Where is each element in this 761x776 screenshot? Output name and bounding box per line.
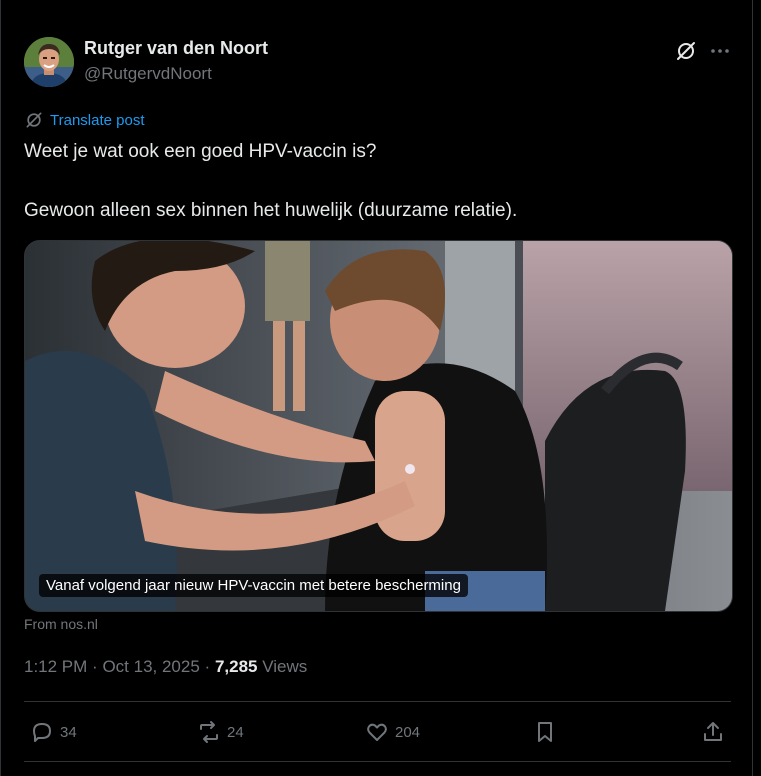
link-card-headline: Vanaf volgend jaar nieuw HPV-vaccin met … — [39, 574, 468, 597]
column-border-left — [0, 0, 1, 776]
display-name[interactable]: Rutger van den Noort — [84, 38, 268, 59]
meta-separator: · — [92, 657, 98, 676]
reply-count: 34 — [60, 723, 77, 741]
meta-separator: · — [204, 657, 211, 676]
post-time[interactable]: 1:12 PM — [24, 657, 87, 676]
reply-button[interactable]: 34 — [30, 718, 77, 746]
views-count: 7,285 — [214, 657, 258, 676]
bookmark-button[interactable] — [533, 718, 557, 746]
repost-icon — [200, 721, 218, 743]
grok-button[interactable] — [674, 39, 698, 63]
like-button[interactable]: 204 — [365, 718, 420, 746]
link-card-image — [25, 241, 732, 611]
post-date[interactable]: Oct 13, 2025 — [102, 657, 199, 676]
post-text-line: Weet je wat ook een goed HPV-vaccin is? — [24, 141, 377, 162]
action-bar: 34 24 204 — [24, 708, 731, 756]
like-count: 204 — [395, 723, 421, 741]
heart-icon — [367, 723, 387, 741]
column-border-right — [752, 0, 753, 776]
share-icon — [704, 722, 722, 741]
avatar-image — [24, 37, 74, 87]
translate-post-link[interactable]: Translate post — [24, 110, 145, 130]
more-dots-icon — [711, 49, 729, 53]
link-card[interactable]: Vanaf volgend jaar nieuw HPV-vaccin met … — [24, 240, 733, 612]
post-text-line: Gewoon alleen sex binnen het huwelijk (d… — [24, 200, 518, 221]
user-handle[interactable]: @RutgervdNoort — [84, 64, 212, 84]
views-label: Views — [262, 657, 308, 676]
divider — [24, 761, 731, 762]
repost-button[interactable]: 24 — [197, 718, 244, 746]
bookmark-icon — [538, 722, 552, 742]
translate-post-label: Translate post — [50, 111, 145, 129]
more-options-button[interactable] — [708, 39, 732, 63]
grok-icon — [677, 42, 695, 60]
post-header: Rutger van den Noort @RutgervdNoort — [24, 36, 736, 90]
post-text: Weet je wat ook een goed HPV-vaccin is? … — [24, 139, 729, 223]
divider — [24, 701, 731, 702]
link-source[interactable]: From nos.nl — [24, 616, 98, 632]
reply-icon — [33, 723, 51, 742]
avatar[interactable] — [24, 37, 74, 87]
post-meta: 1:12 PM · Oct 13, 2025 · 7,285 Views — [24, 657, 307, 677]
translate-icon — [26, 112, 42, 128]
repost-count: 24 — [227, 723, 244, 741]
share-button[interactable] — [701, 718, 725, 746]
